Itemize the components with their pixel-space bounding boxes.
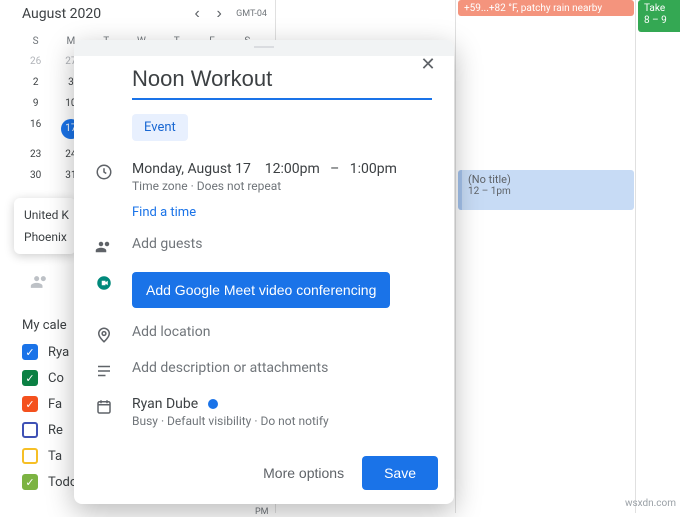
meet-row: Add Google Meet video conferencing xyxy=(90,264,438,316)
calendar-label: Co xyxy=(48,371,64,386)
calendar-checkbox[interactable] xyxy=(22,396,38,412)
calendar-label: Rya xyxy=(48,345,69,360)
watermark: wsxdn.com xyxy=(625,498,676,509)
event-type-chip[interactable]: Event xyxy=(132,114,188,141)
add-description-field[interactable]: Add description or attachments xyxy=(132,360,438,376)
my-calendars-label: My cale xyxy=(22,318,67,333)
event-title-input[interactable] xyxy=(132,62,432,100)
organizer-row: Ryan Dube Busy · Default visibility · Do… xyxy=(90,388,438,436)
timezone-label: GMT-04 xyxy=(236,9,267,19)
weather-pill[interactable]: +59...+82 °F, patchy rain nearby xyxy=(458,0,634,16)
dow-label: S xyxy=(18,32,53,51)
people-icon xyxy=(90,236,118,256)
mini-calendar-header: August 2020 ‹ › GMT-04 xyxy=(0,0,275,28)
datetime-row: Monday, August 17 12:00pm – 1:00pm Time … xyxy=(90,153,438,228)
calendar-label: Re xyxy=(48,423,63,438)
event-title: Take xyxy=(644,3,677,15)
timed-event-block[interactable]: (No title) 12 – 1pm xyxy=(458,170,634,210)
description-row: Add description or attachments xyxy=(90,352,438,388)
save-button[interactable]: Save xyxy=(362,456,438,490)
clock-icon xyxy=(90,161,118,181)
more-options-button[interactable]: More options xyxy=(263,465,344,481)
location-row: Add location xyxy=(90,316,438,352)
mini-calendar-day[interactable]: 30 xyxy=(18,165,53,186)
close-button[interactable]: ✕ xyxy=(414,50,442,78)
grip-icon xyxy=(254,46,274,48)
calendar-checkbox[interactable] xyxy=(22,448,38,464)
next-month-button[interactable]: › xyxy=(208,3,230,25)
mini-calendar-day[interactable]: 26 xyxy=(18,51,53,72)
time-dash: – xyxy=(330,161,339,177)
all-day-event[interactable]: Take 8 – 9 xyxy=(638,0,680,32)
mini-calendar-day[interactable]: 9 xyxy=(18,93,53,114)
modal-drag-handle[interactable] xyxy=(74,40,454,56)
modal-footer: More options Save xyxy=(74,448,454,504)
event-title: (No title) xyxy=(468,173,628,186)
video-icon xyxy=(90,272,118,292)
find-a-time-link[interactable]: Find a time xyxy=(132,205,438,220)
calendar-color-dot xyxy=(208,399,218,409)
event-type-row: Event xyxy=(132,114,438,141)
timezone-option[interactable]: United K xyxy=(14,204,76,226)
timezone-option[interactable]: Phoenix xyxy=(14,226,76,248)
event-start-time[interactable]: 12:00pm xyxy=(265,161,320,177)
location-icon xyxy=(90,324,118,344)
event-create-modal: ✕ Event Monday, August 17 12:00pm – 1:00… xyxy=(74,40,454,504)
month-title: August 2020 xyxy=(22,6,186,22)
calendar-icon xyxy=(90,396,118,416)
mini-calendar-day[interactable]: 2 xyxy=(18,72,53,93)
mini-calendar-day[interactable]: 16 xyxy=(18,114,53,144)
calendar-checkbox[interactable] xyxy=(22,344,38,360)
guests-row: Add guests xyxy=(90,228,438,264)
event-end-time[interactable]: 1:00pm xyxy=(350,161,397,177)
calendar-checkbox[interactable] xyxy=(22,370,38,386)
people-icon xyxy=(30,272,50,292)
add-meet-button[interactable]: Add Google Meet video conferencing xyxy=(132,272,390,308)
calendar-label: Fa xyxy=(48,397,62,412)
organizer-subtext: Busy · Default visibility · Do not notif… xyxy=(132,414,438,428)
mini-calendar-day[interactable]: 23 xyxy=(18,144,53,165)
prev-month-button[interactable]: ‹ xyxy=(186,3,208,25)
calendar-checkbox[interactable] xyxy=(22,422,38,438)
timezone-popup: United K Phoenix xyxy=(14,198,76,254)
event-date[interactable]: Monday, August 17 xyxy=(132,161,251,177)
description-icon xyxy=(90,360,118,380)
datetime-subtext: Time zone · Does not repeat xyxy=(132,179,438,193)
event-time: 8 – 9 xyxy=(644,15,677,27)
organizer-name: Ryan Dube xyxy=(132,396,198,412)
day-column[interactable] xyxy=(456,0,636,513)
event-time: 12 – 1pm xyxy=(468,186,628,197)
day-column[interactable] xyxy=(636,0,680,513)
add-location-field[interactable]: Add location xyxy=(132,324,438,340)
calendar-label: Ta xyxy=(48,449,62,464)
add-guests-field[interactable]: Add guests xyxy=(132,236,438,252)
calendar-checkbox[interactable] xyxy=(22,474,38,490)
